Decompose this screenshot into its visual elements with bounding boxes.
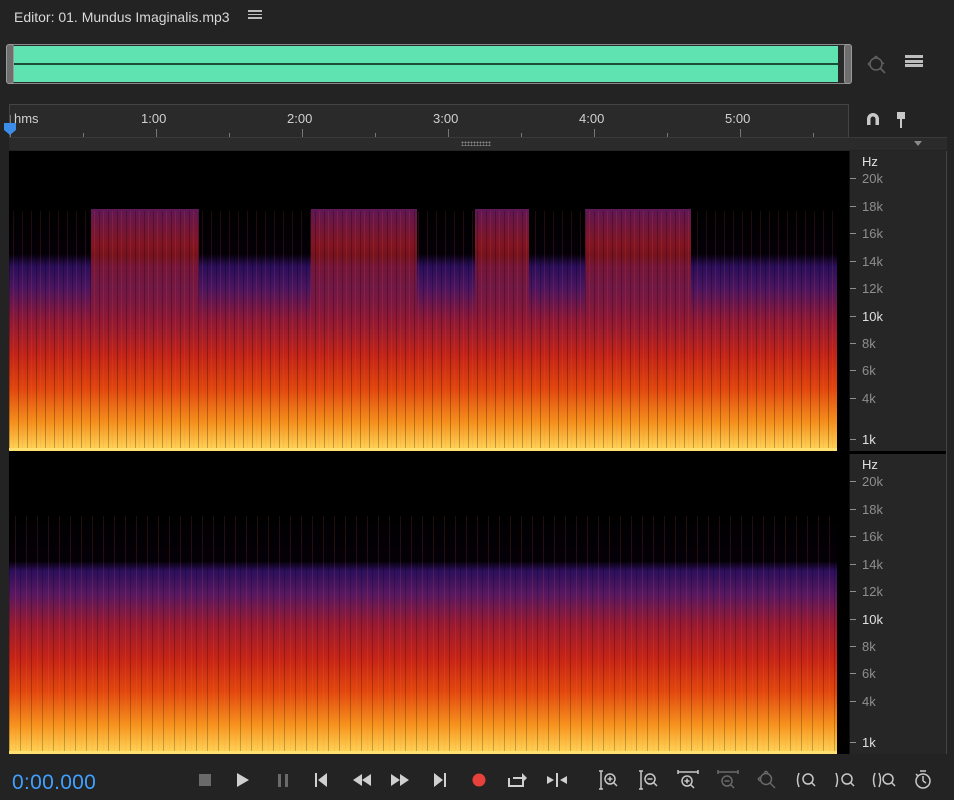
scale-label: 8k xyxy=(862,639,876,654)
marker-pin-icon[interactable] xyxy=(894,110,908,130)
playhead-marker[interactable] xyxy=(3,122,17,136)
overview-viewport-frame[interactable] xyxy=(6,44,852,84)
scale-label: 10k xyxy=(862,612,883,627)
scale-tick xyxy=(850,178,856,179)
scale-tick xyxy=(850,370,856,371)
ruler-label-1: 1:00 xyxy=(141,111,167,126)
ruler-label-3: 3:00 xyxy=(433,111,459,126)
hamburger-menu-icon[interactable] xyxy=(248,8,262,22)
zoom-out-full-icon[interactable] xyxy=(755,769,779,791)
play-icon[interactable] xyxy=(231,769,255,791)
spectrogram-left-svg xyxy=(9,151,849,451)
panel-layout-icon[interactable] xyxy=(905,55,923,71)
stop-icon[interactable] xyxy=(193,769,217,791)
editor-title: Editor: 01. Mundus Imaginalis.mp3 xyxy=(14,9,230,25)
panel-border xyxy=(946,151,947,754)
fast-forward-icon[interactable] xyxy=(388,769,412,791)
scale-label: 4k xyxy=(862,694,876,709)
scale-label: 18k xyxy=(862,199,883,214)
spectrogram-channel-right[interactable] xyxy=(9,454,849,754)
skip-selection-icon[interactable] xyxy=(545,769,569,791)
scale-label: 1k xyxy=(862,735,876,750)
scale-label: 1k xyxy=(862,432,876,447)
scale-unit: Hz xyxy=(862,457,878,472)
scale-label: 4k xyxy=(862,391,876,406)
scale-label: 20k xyxy=(862,171,883,186)
zoom-out-amplitude-icon[interactable] xyxy=(637,769,661,791)
scale-tick xyxy=(850,536,856,537)
scale-tick xyxy=(850,316,856,317)
scale-label: 6k xyxy=(862,363,876,378)
zoom-in-left-icon[interactable] xyxy=(795,769,819,791)
scale-label: 14k xyxy=(862,254,883,269)
scale-tick xyxy=(850,564,856,565)
pause-icon[interactable] xyxy=(271,769,295,791)
overview-left-handle[interactable] xyxy=(6,44,14,84)
scale-tick xyxy=(850,701,856,702)
zoom-selection-icon[interactable] xyxy=(871,769,899,791)
spectrogram-right-svg xyxy=(9,454,849,754)
spectrogram-channel-left[interactable] xyxy=(9,151,849,451)
go-to-end-icon[interactable] xyxy=(428,769,452,791)
scale-label: 18k xyxy=(862,502,883,517)
zoom-in-right-icon[interactable] xyxy=(834,769,858,791)
scale-label: 14k xyxy=(862,557,883,572)
time-ruler[interactable]: hms 1:00 2:00 3:00 4:00 5:00 xyxy=(9,104,849,139)
scale-tick xyxy=(850,481,856,482)
zoom-out-full-icon[interactable] xyxy=(866,54,888,76)
scale-tick xyxy=(850,509,856,510)
scale-label: 20k xyxy=(862,474,883,489)
scale-unit: Hz xyxy=(862,154,878,169)
ruler-label-2: 2:00 xyxy=(287,111,313,126)
zoom-in-selection-icon[interactable] xyxy=(911,769,935,791)
zoom-in-amplitude-icon[interactable] xyxy=(597,769,621,791)
ruler-label-4: 4:00 xyxy=(579,111,605,126)
scale-tick xyxy=(850,591,856,592)
scale-tick xyxy=(850,288,856,289)
frequency-scale-left[interactable]: Hz 20k 18k 16k 14k 12k 10k 8k 6k 4k 1k xyxy=(849,151,947,451)
scale-tick xyxy=(850,619,856,620)
zoom-in-time-icon[interactable] xyxy=(676,769,700,791)
frequency-scale-right[interactable]: Hz 20k 18k 16k 14k 12k 10k 8k 6k 4k 1k xyxy=(849,454,947,754)
scale-label: 12k xyxy=(862,584,883,599)
scale-tick xyxy=(850,646,856,647)
zoom-out-time-icon[interactable] xyxy=(716,769,740,791)
scroll-grip[interactable] xyxy=(461,141,491,146)
scale-tick xyxy=(850,673,856,674)
scale-label: 8k xyxy=(862,336,876,351)
scale-tick xyxy=(850,206,856,207)
scale-tick xyxy=(850,439,856,440)
scale-label: 6k xyxy=(862,666,876,681)
scale-label: 16k xyxy=(862,529,883,544)
snap-magnet-icon[interactable] xyxy=(864,111,882,129)
go-to-start-icon[interactable] xyxy=(309,769,333,791)
scale-tick xyxy=(850,742,856,743)
scale-label: 10k xyxy=(862,309,883,324)
scale-label: 16k xyxy=(862,226,883,241)
rewind-icon[interactable] xyxy=(350,769,374,791)
scale-label: 12k xyxy=(862,281,883,296)
ruler-label-5: 5:00 xyxy=(725,111,751,126)
scale-tick xyxy=(850,261,856,262)
current-time-display[interactable]: 0:00.000 xyxy=(12,771,96,795)
ruler-unit-label: hms xyxy=(14,111,39,126)
record-icon[interactable] xyxy=(467,769,491,791)
scale-tick xyxy=(850,343,856,344)
loop-playback-icon[interactable] xyxy=(505,769,529,791)
scale-tick xyxy=(850,398,856,399)
scale-tick xyxy=(850,233,856,234)
chevron-down-icon[interactable] xyxy=(914,141,922,146)
overview-right-handle[interactable] xyxy=(844,44,852,84)
